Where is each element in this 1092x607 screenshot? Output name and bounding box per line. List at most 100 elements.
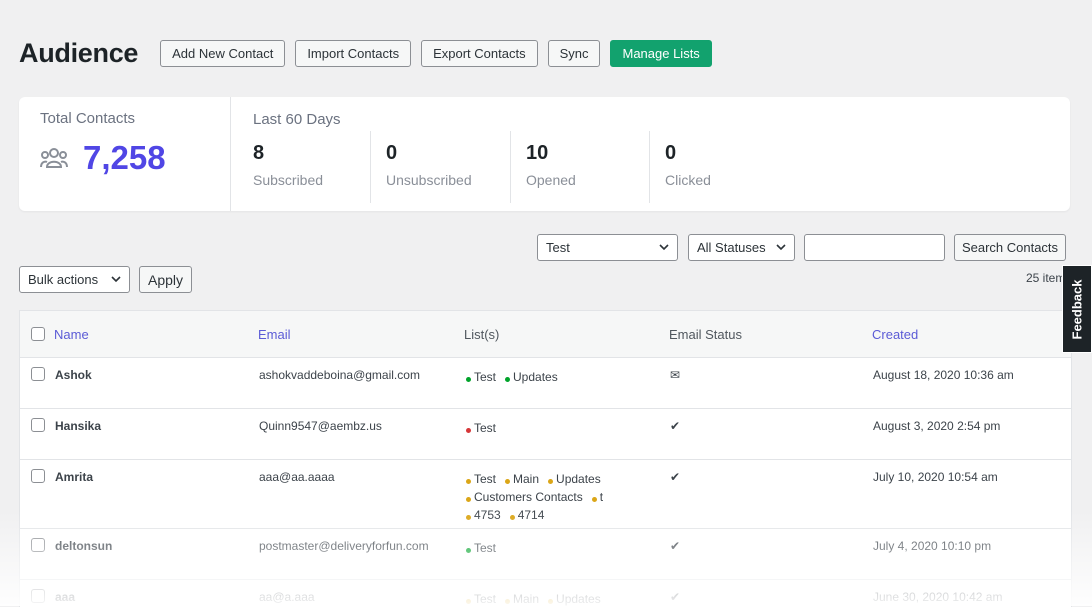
select-all-checkbox[interactable] (31, 327, 45, 341)
list-tag: t (591, 488, 603, 506)
manage-lists-button[interactable]: Manage Lists (610, 39, 712, 67)
feedback-tab[interactable]: Feedback (1062, 265, 1092, 353)
column-name[interactable]: Name (54, 327, 89, 342)
list-tag: Test (466, 539, 496, 557)
contact-email: Quinn9547@aembz.us (259, 419, 382, 433)
list-dot (591, 497, 597, 502)
stat-subscribed: 8 Subscribed (253, 131, 370, 203)
apply-button[interactable]: Apply (139, 266, 192, 293)
contact-created: August 18, 2020 10:36 am (873, 368, 1014, 382)
contact-created: June 30, 2020 10:42 am (873, 590, 1003, 604)
column-email-status: Email Status (669, 327, 742, 342)
page-title: Audience (19, 37, 139, 68)
list-tag: Main (505, 470, 539, 488)
export-contacts-button[interactable]: Export Contacts (421, 39, 538, 67)
contact-name[interactable]: deltonsun (55, 539, 112, 553)
add-new-contact-button[interactable]: Add New Contact (160, 39, 286, 67)
feedback-label: Feedback (1069, 279, 1085, 339)
list-tag: Test (466, 419, 496, 437)
import-contacts-button[interactable]: Import Contacts (295, 39, 412, 67)
list-tag: Test (466, 470, 496, 488)
list-dot (505, 479, 511, 484)
list-filter-select[interactable]: Test (537, 234, 678, 261)
list-dot (466, 548, 471, 553)
stats-card: Total Contacts 7,258 Last 60 Days 8 Subs… (19, 97, 1070, 211)
total-contacts-panel: Total Contacts 7,258 (19, 97, 231, 211)
list-dot (466, 428, 471, 433)
list-tag: Updates (548, 590, 601, 607)
list-dot (548, 599, 554, 604)
chevron-down-icon (111, 276, 121, 283)
list-filter-value: Test (546, 240, 570, 255)
users-icon (40, 148, 68, 168)
table-row: Amrita aaa@aa.aaaa Test Main Updates Custom… (20, 460, 1071, 529)
contact-lists: Test Updates (466, 368, 626, 386)
list-dot (505, 599, 511, 604)
stat-clicked: 0 Clicked (649, 131, 790, 203)
list-tag: Customers Contacts (466, 488, 583, 506)
list-dot (466, 515, 471, 520)
stat-value: 10 (526, 142, 549, 164)
row-checkbox[interactable] (31, 469, 45, 483)
stat-value: 8 (253, 142, 265, 164)
list-dot (548, 479, 554, 484)
list-tag: 4753 (466, 506, 501, 524)
table-row: deltonsun postmaster@deliveryforfun.com … (20, 529, 1071, 580)
contact-lists: Test Main Updates Customers Contacts t 4753 47… (466, 470, 626, 524)
stat-label: Clicked (665, 172, 711, 188)
search-input[interactable] (804, 234, 945, 261)
contact-email: postmaster@deliveryforfun.com (259, 539, 429, 553)
email-status-icon: ✔ (670, 539, 681, 553)
search-contacts-button[interactable]: Search Contacts (954, 234, 1066, 261)
contact-name[interactable]: aaa (55, 590, 75, 604)
stat-value: 0 (665, 142, 677, 164)
contact-lists: Test (466, 419, 626, 437)
email-status-icon: ✉ (670, 368, 681, 382)
stat-label: Unsubscribed (386, 172, 472, 188)
contact-created: August 3, 2020 2:54 pm (873, 419, 1001, 433)
contact-name[interactable]: Hansika (55, 419, 101, 433)
total-contacts-label: Total Contacts (40, 110, 136, 127)
contacts-table: Name Email List(s) Email Status Created … (19, 310, 1072, 607)
status-filter-select[interactable]: All Statuses (688, 234, 795, 261)
list-tag: Updates (505, 368, 558, 386)
list-tag: Main (505, 590, 539, 607)
table-header: Name Email List(s) Email Status Created (20, 311, 1071, 358)
stat-label: Opened (526, 172, 576, 188)
table-row: Hansika Quinn9547@aembz.us Test ✔ August… (20, 409, 1071, 460)
stat-value: 0 (386, 142, 398, 164)
row-checkbox[interactable] (31, 367, 45, 381)
list-dot (505, 377, 511, 382)
contact-name[interactable]: Ashok (55, 368, 92, 382)
bulk-actions-value: Bulk actions (28, 272, 99, 287)
stat-unsubscribed: 0 Unsubscribed (370, 131, 511, 203)
contact-email: ashokvaddeboina@gmail.com (259, 368, 420, 382)
row-checkbox[interactable] (31, 418, 45, 432)
contact-email: aa@a.aaa (259, 590, 315, 604)
list-dot (466, 479, 471, 484)
chevron-down-icon (776, 244, 786, 251)
column-created[interactable]: Created (872, 327, 918, 342)
column-lists: List(s) (464, 327, 500, 342)
bulk-actions-select[interactable]: Bulk actions (19, 266, 130, 293)
contact-lists: Test (466, 539, 626, 557)
email-status-icon: ✔ (670, 470, 681, 484)
page-header: Audience Add New Contact Import Contacts… (19, 36, 722, 70)
list-dot (466, 599, 471, 604)
list-tag: 4714 (509, 506, 544, 524)
contact-created: July 4, 2020 10:10 pm (873, 539, 992, 553)
stat-label: Subscribed (253, 172, 324, 188)
email-status-icon: ✔ (670, 590, 681, 604)
contact-name[interactable]: Amrita (55, 470, 93, 484)
list-tag: Test (466, 590, 496, 607)
row-checkbox[interactable] (31, 538, 45, 552)
row-checkbox[interactable] (31, 589, 45, 603)
sync-button[interactable]: Sync (547, 39, 601, 67)
list-tag: Updates (548, 470, 601, 488)
stat-opened: 10 Opened (510, 131, 650, 203)
items-count: 25 item (1026, 271, 1066, 285)
contact-email: aaa@aa.aaaa (259, 470, 335, 484)
list-tag: Test (466, 368, 496, 386)
column-email[interactable]: Email (258, 327, 291, 342)
email-status-icon: ✔ (670, 419, 681, 433)
